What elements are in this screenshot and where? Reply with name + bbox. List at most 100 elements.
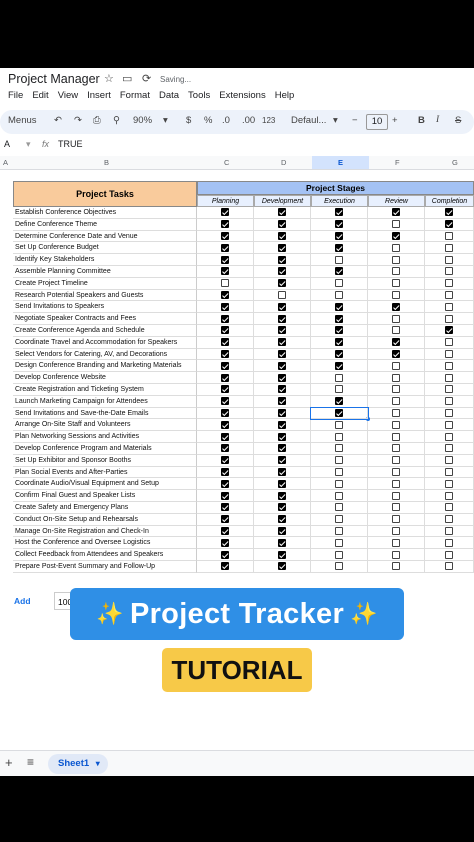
column-header-d[interactable]: D [281, 158, 286, 167]
stage-header-development[interactable]: Development [254, 195, 311, 207]
checkbox[interactable] [335, 208, 343, 217]
task-name[interactable]: Coordinate Audio/Visual Equipment and Se… [13, 478, 197, 491]
checkbox[interactable] [221, 538, 229, 547]
checkbox[interactable] [445, 562, 453, 571]
checkbox[interactable] [221, 373, 229, 382]
checkbox[interactable] [392, 255, 400, 264]
checkbox[interactable] [278, 279, 286, 288]
checkbox[interactable] [221, 361, 229, 370]
menu-file[interactable]: File [8, 90, 23, 101]
task-name[interactable]: Create Registration and Ticketing System [13, 384, 197, 396]
checkbox[interactable] [221, 444, 229, 453]
checkbox[interactable] [221, 255, 229, 264]
checkbox[interactable] [335, 231, 343, 240]
checkbox[interactable] [445, 432, 453, 441]
checkbox[interactable] [278, 385, 286, 394]
checkbox[interactable] [445, 326, 453, 335]
checkbox[interactable] [278, 503, 286, 512]
checkbox[interactable] [221, 243, 229, 252]
checkbox[interactable] [221, 302, 229, 311]
name-box[interactable]: A [4, 139, 10, 149]
checkbox[interactable] [221, 208, 229, 217]
column-header-b[interactable]: B [104, 158, 109, 167]
font-select[interactable]: Defaul... [291, 115, 326, 126]
task-name[interactable]: Create Project Timeline [13, 277, 197, 290]
checkbox[interactable] [221, 408, 229, 417]
undo-icon[interactable]: ↶ [54, 115, 62, 126]
checkbox[interactable] [335, 503, 343, 512]
checkbox[interactable] [335, 491, 343, 500]
checkbox[interactable] [278, 397, 286, 406]
checkbox[interactable] [392, 491, 400, 500]
checkbox[interactable] [445, 267, 453, 276]
checkbox[interactable] [221, 503, 229, 512]
column-header-a[interactable]: A [3, 158, 8, 167]
chevron-down-icon[interactable]: ▾ [96, 759, 100, 768]
checkbox[interactable] [392, 444, 400, 453]
checkbox[interactable] [392, 503, 400, 512]
decrease-font-size-button[interactable]: − [352, 115, 358, 126]
checkbox[interactable] [278, 467, 286, 476]
checkbox[interactable] [445, 538, 453, 547]
font-size-input[interactable]: 10 [366, 114, 388, 130]
checkbox[interactable] [278, 432, 286, 441]
checkbox[interactable] [445, 243, 453, 252]
checkbox[interactable] [392, 279, 400, 288]
task-name[interactable]: Conduct On-Site Setup and Rehearsals [13, 513, 197, 526]
checkbox[interactable] [221, 550, 229, 559]
checkbox[interactable] [221, 467, 229, 476]
checkbox[interactable] [392, 267, 400, 276]
checkbox[interactable] [278, 255, 286, 264]
checkbox[interactable] [445, 361, 453, 370]
increase-font-size-button[interactable]: + [392, 115, 398, 126]
checkbox[interactable] [335, 314, 343, 323]
chevron-down-icon[interactable]: ▾ [333, 115, 338, 126]
checkbox[interactable] [278, 373, 286, 382]
checkbox[interactable] [278, 550, 286, 559]
checkbox[interactable] [221, 290, 229, 299]
menu-extensions[interactable]: Extensions [219, 90, 265, 101]
checkbox[interactable] [445, 456, 453, 465]
checkbox[interactable] [221, 385, 229, 394]
checkbox[interactable] [335, 397, 343, 406]
checkbox[interactable] [221, 456, 229, 465]
checkbox[interactable] [278, 420, 286, 429]
checkbox[interactable] [221, 349, 229, 358]
checkbox[interactable] [278, 491, 286, 500]
checkbox[interactable] [392, 515, 400, 524]
checkbox[interactable] [445, 408, 453, 417]
task-name[interactable]: Assemble Planning Committee [13, 266, 197, 278]
checkbox[interactable] [335, 562, 343, 571]
chevron-down-icon[interactable]: ▾ [26, 139, 31, 150]
checkbox[interactable] [335, 255, 343, 264]
task-name[interactable]: Host the Conference and Oversee Logistic… [13, 537, 197, 550]
task-name[interactable]: Arrange On-Site Staff and Volunteers [13, 419, 197, 432]
task-name[interactable]: Create Conference Agenda and Schedule [13, 325, 197, 337]
checkbox[interactable] [445, 208, 453, 217]
checkbox[interactable] [335, 385, 343, 394]
checkbox[interactable] [335, 408, 343, 417]
checkbox[interactable] [445, 373, 453, 382]
decrease-decimal-button[interactable]: .0 [222, 115, 230, 126]
checkbox[interactable] [278, 515, 286, 524]
checkbox[interactable] [278, 444, 286, 453]
checkbox[interactable] [221, 267, 229, 276]
menu-view[interactable]: View [58, 90, 78, 101]
task-name[interactable]: Develop Conference Website [13, 372, 197, 384]
checkbox[interactable] [392, 385, 400, 394]
task-name[interactable]: Establish Conference Objectives [13, 207, 197, 219]
checkbox[interactable] [335, 338, 343, 347]
checkbox[interactable] [335, 349, 343, 358]
sheet-tab[interactable]: Sheet1 ▾ [48, 754, 108, 774]
checkbox[interactable] [392, 538, 400, 547]
stages-header[interactable]: Project Stages [197, 181, 474, 195]
stage-header-execution[interactable]: Execution [311, 195, 368, 207]
stage-header-review[interactable]: Review [368, 195, 425, 207]
checkbox[interactable] [278, 456, 286, 465]
stage-header-completion[interactable]: Completion [425, 195, 474, 207]
checkbox[interactable] [445, 349, 453, 358]
checkbox[interactable] [221, 432, 229, 441]
checkbox[interactable] [335, 361, 343, 370]
checkbox[interactable] [392, 361, 400, 370]
increase-decimal-button[interactable]: .00 [242, 115, 255, 126]
